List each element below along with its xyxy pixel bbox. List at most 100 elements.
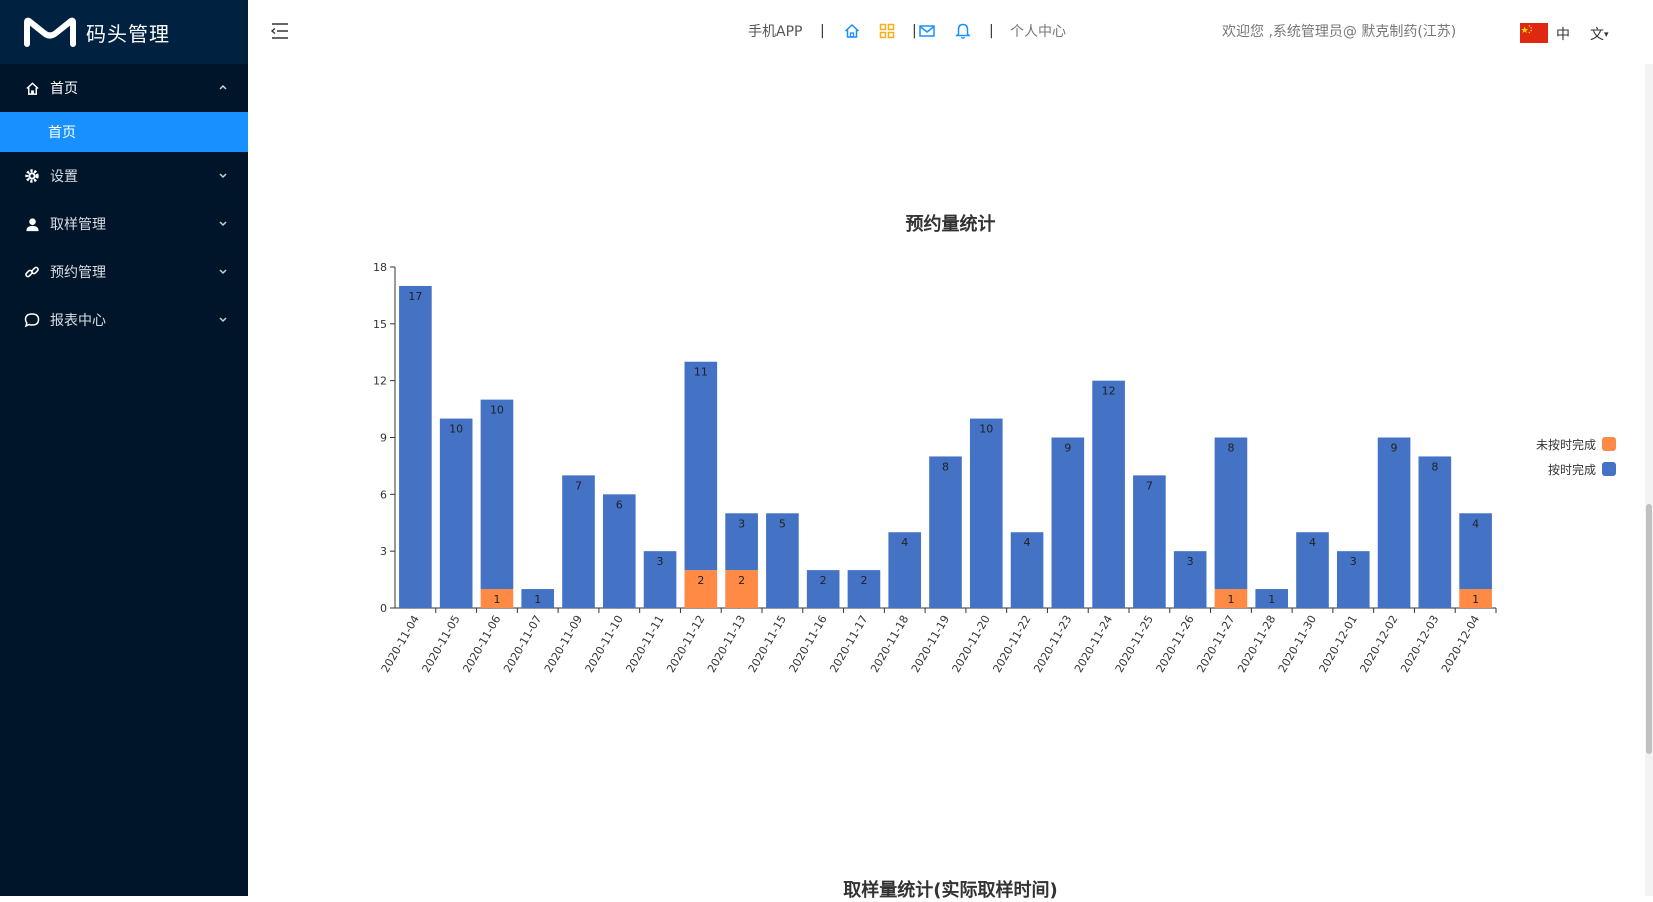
logo[interactable]: 码头管理: [0, 0, 248, 64]
chart-legend: 未按时完成 按时完成: [1536, 436, 1617, 486]
bar-label-ontime: 4: [1309, 536, 1316, 549]
bar-label-ontime: 7: [1146, 479, 1153, 492]
bar-label-ontime: 8: [1227, 442, 1234, 455]
bar-ontime: [969, 418, 1003, 608]
personal-center-link[interactable]: 个人中心: [1010, 24, 1066, 40]
x-tick-label: 2020-11-12: [664, 613, 707, 675]
bar-label-ontime: 4: [1472, 517, 1479, 530]
bar-label-ontime: 9: [1064, 442, 1071, 455]
bar-label-ontime: 3: [657, 555, 664, 568]
bar-label-ontime: 12: [1102, 385, 1116, 398]
mail-icon[interactable]: [918, 22, 936, 40]
logo-text: 码头管理: [86, 21, 170, 46]
bar-ontime: [1418, 456, 1452, 608]
x-tick-label: 2020-11-04: [379, 613, 422, 675]
bar-label-ontime: 7: [575, 479, 582, 492]
bar-ontime: [684, 361, 718, 571]
x-tick-label: 2020-12-02: [1357, 613, 1400, 675]
sidebar-item-booking[interactable]: 预约管理: [0, 248, 248, 296]
y-tick-label: 3: [380, 545, 387, 558]
x-tick-label: 2020-11-10: [583, 613, 626, 675]
bar-ontime: [399, 285, 432, 608]
bar-label-ontime: 6: [616, 498, 623, 511]
x-tick-label: 2020-11-30: [1276, 613, 1319, 675]
caret-down-icon: ▾: [1604, 30, 1609, 40]
bar-label-late: 1: [1227, 593, 1234, 606]
x-tick-label: 2020-11-17: [827, 613, 870, 675]
bar-label-ontime: 1: [1268, 593, 1275, 606]
bar-label-ontime: 10: [979, 423, 993, 436]
x-tick-label: 2020-12-03: [1398, 613, 1441, 675]
bar-label-late: 2: [697, 574, 704, 587]
bar-label-ontime: 8: [942, 460, 949, 473]
y-tick-label: 0: [380, 602, 387, 615]
legend-item-late[interactable]: 未按时完成: [1536, 436, 1617, 452]
china-flag-icon[interactable]: [1520, 23, 1548, 43]
gear-icon: [24, 168, 40, 184]
sidebar-subitem-home[interactable]: 首页: [0, 112, 248, 152]
bar-label-ontime: 4: [901, 536, 908, 549]
chart2-title: 取样量统计(实际取样时间): [843, 880, 1058, 901]
chevron-down-icon: [218, 314, 228, 327]
x-tick-label: 2020-11-27: [1194, 613, 1237, 675]
bell-icon[interactable]: [954, 22, 972, 40]
bar-label-late: 1: [1472, 593, 1479, 606]
scrollbar-thumb[interactable]: [1646, 504, 1652, 754]
bar-label-ontime: 2: [820, 574, 827, 587]
welcome-text: 欢迎您 ,系统管理员@ 默克制药(江苏): [1222, 24, 1457, 40]
header-separator: |: [820, 23, 825, 39]
sidebar-item-settings[interactable]: 设置: [0, 152, 248, 200]
chevron-down-icon: [218, 218, 228, 231]
sidebar-item-label: 报表中心: [50, 313, 106, 329]
sidebar-item-label: 预约管理: [50, 265, 106, 281]
x-tick-label: 2020-11-15: [746, 613, 789, 675]
brand-m-icon: [24, 17, 76, 47]
chevron-down-icon: [218, 170, 228, 183]
vertical-scrollbar[interactable]: [1645, 64, 1653, 896]
bar-label-late: 2: [738, 574, 745, 587]
bar-ontime: [562, 475, 595, 608]
x-tick-label: 2020-11-13: [705, 613, 748, 675]
bar-ontime: [480, 399, 514, 590]
sidebar-item-label: 取样管理: [50, 217, 106, 233]
user-icon: [24, 216, 40, 232]
header-separator: |: [912, 23, 917, 39]
y-tick-label: 12: [373, 375, 387, 388]
bar-label-ontime: 10: [490, 404, 504, 417]
main-content: 预约量统计 0 3 6 9 12 15 18 17 2020-11-04 10 2020-11-05…: [248, 64, 1653, 901]
menu-fold-icon[interactable]: [270, 22, 290, 40]
language-switch[interactable]: 文▾: [1590, 24, 1609, 44]
language-current[interactable]: 中: [1556, 24, 1570, 44]
x-tick-label: 2020-11-22: [990, 613, 1033, 675]
mobile-app-link[interactable]: 手机APP: [748, 24, 802, 40]
x-tick-label: 2020-11-19: [909, 613, 952, 675]
y-tick-label: 9: [380, 432, 387, 445]
sidebar-item-label: 首页: [50, 81, 78, 97]
bar-label-ontime: 8: [1431, 460, 1438, 473]
bar-label-ontime: 5: [779, 517, 786, 530]
apps-grid-icon[interactable]: [878, 22, 896, 40]
bar-label-ontime: 10: [449, 423, 463, 436]
legend-swatch: [1602, 462, 1617, 476]
legend-item-ontime[interactable]: 按时完成: [1536, 461, 1617, 477]
x-tick-label: 2020-11-26: [1154, 613, 1197, 675]
bar-ontime: [1133, 475, 1166, 608]
legend-swatch: [1602, 437, 1617, 451]
chevron-down-icon: [218, 266, 228, 279]
sidebar-item-reports[interactable]: 报表中心: [0, 296, 248, 344]
bar-label-ontime: 3: [1350, 555, 1357, 568]
x-tick-label: 2020-11-07: [501, 613, 544, 675]
x-tick-label: 2020-12-04: [1439, 613, 1482, 675]
x-tick-label: 2020-11-11: [623, 613, 666, 675]
bar-ontime: [1377, 437, 1411, 608]
bar-label-ontime: 17: [408, 290, 422, 303]
home-icon[interactable]: [843, 22, 861, 40]
chevron-up-icon: [218, 82, 228, 95]
bar-label-ontime: 9: [1391, 442, 1398, 455]
language-switch-label: 文: [1590, 27, 1604, 43]
x-tick-label: 2020-11-09: [542, 613, 585, 675]
sidebar-item-sampling[interactable]: 取样管理: [0, 200, 248, 248]
x-tick-label: 2020-11-20: [950, 613, 993, 675]
sidebar-item-home[interactable]: 首页: [0, 64, 248, 112]
bar-ontime: [439, 418, 473, 608]
